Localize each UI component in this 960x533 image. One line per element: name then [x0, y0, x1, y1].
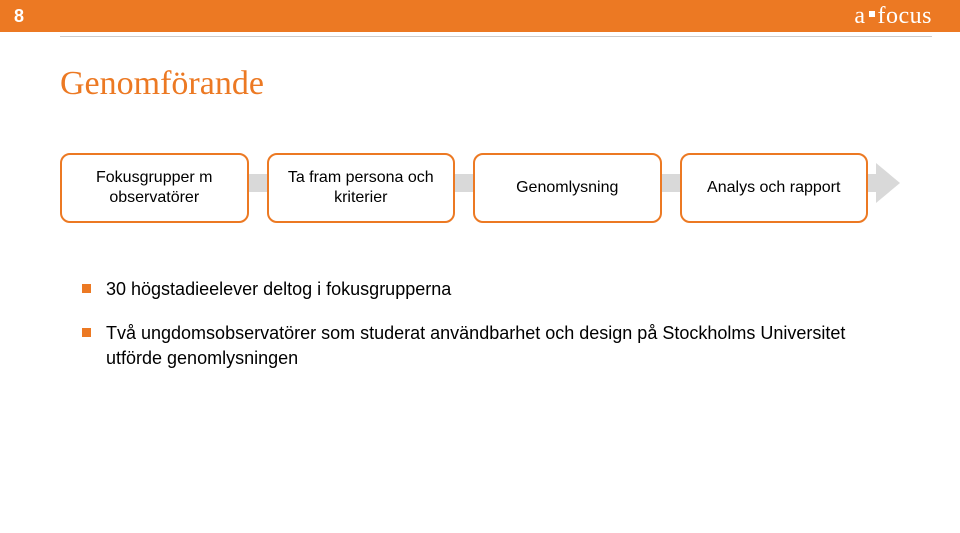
- flow-step-4: Analys och rapport: [680, 153, 869, 223]
- list-item: 30 högstadieelever deltog i fokusgrupper…: [82, 277, 900, 301]
- top-bar: 8 a focus: [0, 0, 960, 32]
- flow-step-1: Fokusgrupper m observatörer: [60, 153, 249, 223]
- logo-prefix: a: [854, 3, 865, 30]
- logo: a focus: [854, 3, 932, 30]
- content-area: Genomförande Fokusgrupper m observatörer…: [0, 37, 960, 370]
- page-title: Genomförande: [60, 65, 900, 103]
- flow-step-2: Ta fram persona och kriterier: [267, 153, 456, 223]
- process-flow: Fokusgrupper m observatörer Ta fram pers…: [60, 143, 900, 233]
- logo-suffix: focus: [878, 3, 932, 30]
- list-item: Två ungdomsobservatörer som studerat anv…: [82, 321, 900, 370]
- bullet-list: 30 högstadieelever deltog i fokusgrupper…: [60, 277, 900, 370]
- flow-boxes: Fokusgrupper m observatörer Ta fram pers…: [60, 153, 900, 223]
- flow-step-3: Genomlysning: [473, 153, 662, 223]
- page-number: 8: [14, 6, 24, 27]
- logo-dot-icon: [869, 11, 875, 17]
